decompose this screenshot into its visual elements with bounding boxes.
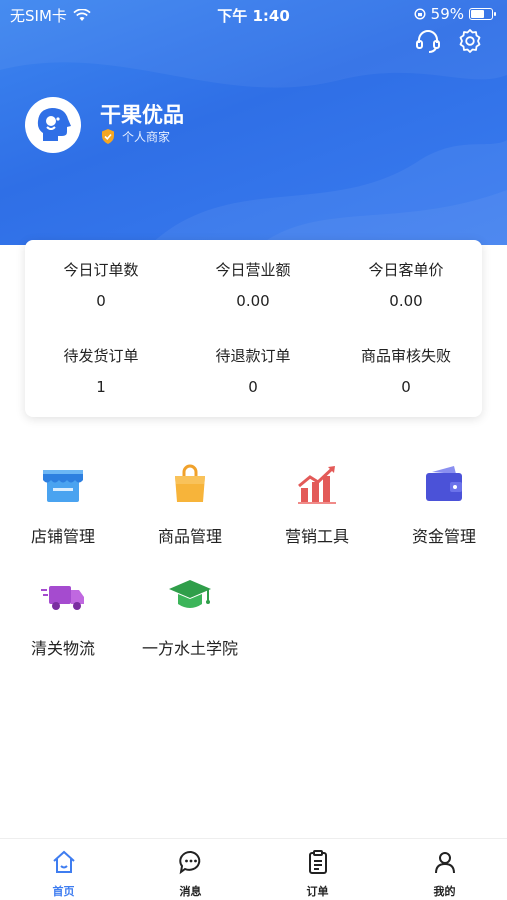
stat-today-revenue[interactable]: 今日营业额 0.00 <box>177 259 329 310</box>
merchant-badge: 个人商家 <box>100 128 170 145</box>
chart-growth-icon <box>298 466 336 504</box>
stat-value: 1 <box>96 378 106 396</box>
battery-icon <box>469 8 496 20</box>
menu-academy[interactable]: 一方水土学院 <box>127 572 253 659</box>
orientation-lock-icon <box>414 8 426 20</box>
stat-label: 今日订单数 <box>63 261 139 279</box>
tab-label: 首页 <box>52 885 75 898</box>
stat-label: 商品审核失败 <box>360 347 451 365</box>
stat-label: 今日营业额 <box>215 261 291 279</box>
battery-text: 59% <box>430 5 464 23</box>
tab-home[interactable]: 首页 <box>0 849 127 899</box>
stat-value: 0 <box>96 292 106 310</box>
tab-orders[interactable]: 订单 <box>254 849 381 899</box>
stat-value: 0 <box>401 378 411 396</box>
store-icon <box>43 470 83 502</box>
order-icon <box>308 850 327 874</box>
stat-avg-order-value[interactable]: 今日客单价 0.00 <box>330 259 482 310</box>
stat-label: 今日客单价 <box>368 261 444 279</box>
status-bar: 无SIM卡 下午 1:40 59% <box>0 0 507 28</box>
bottom-tab-bar: 首页 消息 订单 我的 <box>0 838 507 900</box>
header-banner: 无SIM卡 下午 1:40 59% 干果优品 个人商家 <box>0 0 507 245</box>
wallet-icon <box>426 466 462 501</box>
stat-value: 0.00 <box>389 292 423 310</box>
tab-profile[interactable]: 我的 <box>381 849 507 899</box>
menu-store-management[interactable]: 店铺管理 <box>0 460 126 547</box>
merchant-type-label: 个人商家 <box>122 130 171 144</box>
message-icon <box>178 850 200 875</box>
user-icon <box>434 852 455 874</box>
home-icon <box>52 850 75 873</box>
customer-service-icon[interactable] <box>414 27 442 55</box>
stat-today-orders[interactable]: 今日订单数 0 <box>25 259 177 310</box>
menu-label: 资金管理 <box>411 527 476 546</box>
stat-value: 0.00 <box>236 292 270 310</box>
shop-avatar[interactable] <box>25 97 81 153</box>
menu-label: 营销工具 <box>284 527 349 546</box>
menu-label: 商品管理 <box>157 527 222 546</box>
stat-label: 待退款订单 <box>215 347 291 365</box>
stat-label: 待发货订单 <box>63 347 139 365</box>
menu-product-management[interactable]: 商品管理 <box>127 460 253 547</box>
menu-customs-logistics[interactable]: 清关物流 <box>0 572 126 659</box>
tab-messages[interactable]: 消息 <box>127 849 254 899</box>
menu-label: 一方水土学院 <box>141 639 238 658</box>
stats-card: 今日订单数 0 今日营业额 0.00 今日客单价 0.00 待发货订单 1 待退… <box>25 240 482 417</box>
avatar-head-icon <box>37 108 71 141</box>
status-battery: 59% <box>414 5 496 23</box>
tab-label: 我的 <box>433 885 456 898</box>
shop-name: 干果优品 <box>100 103 184 127</box>
tab-label: 订单 <box>306 885 329 898</box>
settings-gear-icon[interactable] <box>456 27 484 55</box>
graduation-cap-icon <box>169 580 211 608</box>
stat-value: 0 <box>248 378 258 396</box>
menu-marketing-tools[interactable]: 营销工具 <box>254 460 380 547</box>
truck-icon <box>41 586 84 610</box>
menu-label: 清关物流 <box>30 639 95 658</box>
menu-fund-management[interactable]: 资金管理 <box>381 460 507 547</box>
shield-icon <box>102 129 114 144</box>
tab-label: 消息 <box>179 885 202 898</box>
stat-review-failed[interactable]: 商品审核失败 0 <box>330 345 482 396</box>
stat-pending-refund[interactable]: 待退款订单 0 <box>177 345 329 396</box>
shopping-bag-icon <box>175 464 205 502</box>
stat-pending-shipment[interactable]: 待发货订单 1 <box>25 345 177 396</box>
menu-label: 店铺管理 <box>30 527 95 546</box>
